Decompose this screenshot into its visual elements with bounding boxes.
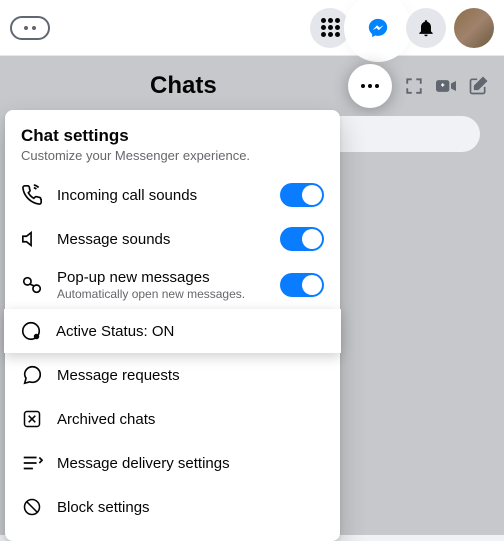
video-plus-icon: [436, 78, 456, 94]
compose-button[interactable]: [468, 76, 488, 96]
expand-icon: [405, 77, 423, 95]
settings-item-incoming-calls[interactable]: Incoming call sounds: [5, 173, 340, 217]
speaker-icon: [21, 228, 43, 250]
settings-item-archived[interactable]: Archived chats: [5, 397, 340, 441]
active-status-icon: [20, 320, 42, 342]
archive-icon: [21, 408, 43, 430]
toggle-switch[interactable]: [280, 273, 324, 297]
settings-item-block[interactable]: Block settings: [5, 485, 340, 529]
expand-button[interactable]: [404, 76, 424, 96]
menu-grid-button[interactable]: [310, 8, 350, 48]
messenger-icon: [367, 17, 389, 39]
bell-icon: [416, 18, 436, 38]
settings-item-message-sounds[interactable]: Message sounds: [5, 217, 340, 261]
notifications-button[interactable]: [406, 8, 446, 48]
messenger-button[interactable]: [358, 8, 398, 48]
chats-header: Chats: [134, 56, 504, 116]
profile-avatar[interactable]: [454, 8, 494, 48]
more-options-button[interactable]: [348, 64, 392, 108]
toggle-switch[interactable]: [280, 183, 324, 207]
delivery-icon: [21, 452, 43, 474]
settings-item-label: Active Status: ON: [56, 323, 325, 340]
toggle-switch[interactable]: [280, 227, 324, 251]
settings-item-delivery[interactable]: Message delivery settings: [5, 441, 340, 485]
block-icon: [21, 496, 43, 518]
settings-item-label: Incoming call sounds: [57, 187, 266, 204]
settings-title: Chat settings: [21, 126, 324, 146]
settings-item-message-requests[interactable]: Message requests: [5, 353, 340, 397]
popup-icon: [21, 274, 43, 296]
video-call-button[interactable]: [436, 76, 456, 96]
settings-item-active-status[interactable]: Active Status: ON: [4, 309, 341, 353]
gaming-icon[interactable]: [10, 16, 50, 40]
settings-item-label: Archived chats: [57, 411, 324, 428]
settings-item-label: Pop-up new messages: [57, 269, 266, 286]
settings-item-popup[interactable]: Pop-up new messages Automatically open n…: [5, 261, 340, 309]
chats-title: Chats: [150, 72, 217, 100]
chat-settings-panel: Chat settings Customize your Messenger e…: [5, 110, 340, 541]
compose-icon: [468, 76, 488, 96]
ellipsis-icon: [361, 84, 379, 88]
settings-item-label: Message requests: [57, 367, 324, 384]
top-bar: [0, 0, 504, 56]
settings-item-label: Message delivery settings: [57, 455, 324, 472]
settings-subtitle: Customize your Messenger experience.: [21, 148, 324, 163]
message-requests-icon: [21, 364, 43, 386]
phone-sound-icon: [21, 184, 43, 206]
settings-item-label: Block settings: [57, 499, 324, 516]
grid-icon: [321, 18, 340, 37]
settings-item-sub: Automatically open new messages.: [57, 287, 266, 301]
settings-item-label: Message sounds: [57, 231, 266, 248]
